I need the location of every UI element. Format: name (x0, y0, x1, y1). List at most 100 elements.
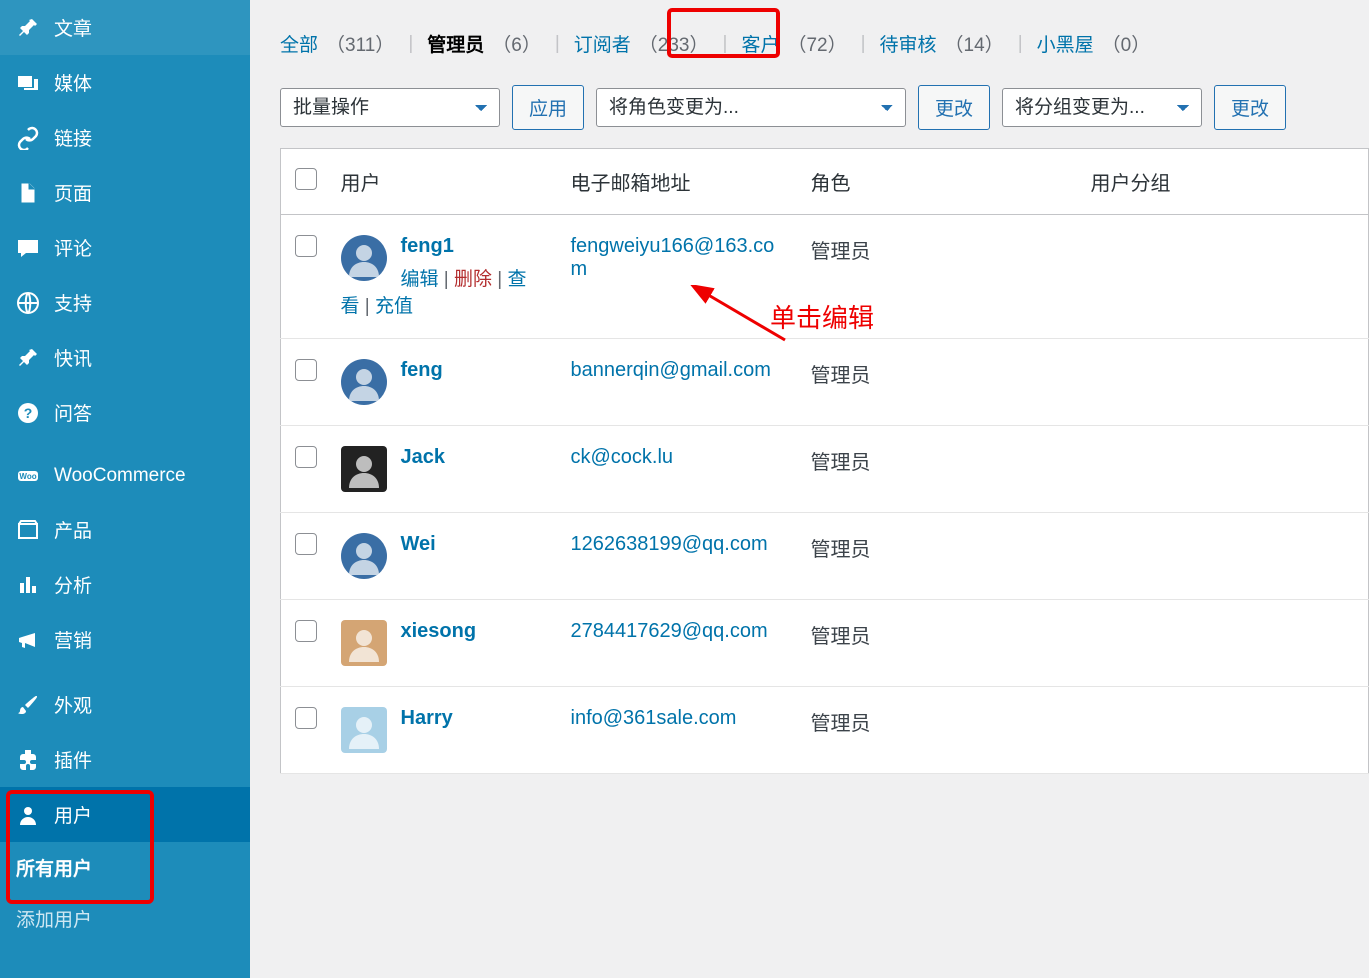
col-email[interactable]: 电子邮箱地址 (561, 149, 801, 215)
role-cell: 管理员 (801, 513, 1081, 600)
comment-icon (16, 236, 40, 260)
username-link[interactable]: Wei (401, 533, 436, 555)
email-link[interactable]: 2784417629@qq.com (571, 620, 768, 642)
menu-users[interactable]: 用户 (0, 787, 250, 842)
row-checkbox[interactable] (295, 235, 317, 257)
product-icon (16, 518, 40, 542)
row-checkbox[interactable] (295, 533, 317, 555)
menu-label: 链接 (54, 124, 92, 151)
megaphone-icon (16, 628, 40, 652)
action-edit[interactable]: 编辑 (401, 269, 439, 290)
select-all-checkbox[interactable] (295, 168, 317, 190)
menu-label: 营销 (54, 626, 92, 653)
username-link[interactable]: feng (401, 359, 443, 381)
action-view[interactable]: 看 (341, 296, 360, 317)
menu-qa[interactable]: ?问答 (0, 385, 250, 440)
menu-appearance[interactable]: 外观 (0, 677, 250, 732)
tab-customer[interactable]: 客户 (741, 30, 779, 57)
tab-blacklist[interactable]: 小黑屋 (1037, 30, 1094, 57)
col-group[interactable]: 用户分组 (1081, 149, 1369, 215)
group-cell (1081, 339, 1369, 426)
group-cell (1081, 600, 1369, 687)
globe-icon (16, 291, 40, 315)
row-checkbox[interactable] (295, 359, 317, 381)
email-link[interactable]: bannerqin@gmail.com (571, 359, 771, 381)
action-view[interactable]: 查 (508, 269, 527, 290)
role-cell: 管理员 (801, 339, 1081, 426)
change-group-button[interactable]: 更改 (1214, 85, 1286, 130)
menu-links[interactable]: 链接 (0, 110, 250, 165)
menu-woocommerce[interactable]: Woo WooCommerce (0, 450, 250, 502)
tab-count: （233） (639, 30, 709, 57)
users-submenu: 所有用户 添加用户 (0, 842, 250, 944)
plugin-icon (16, 748, 40, 772)
menu-pages[interactable]: 页面 (0, 165, 250, 220)
menu-media[interactable]: 媒体 (0, 55, 250, 110)
menu-posts[interactable]: 文章 (0, 0, 250, 55)
menu-label: WooCommerce (54, 465, 186, 487)
table-row: feng bannerqin@gmail.com 管理员 (281, 339, 1369, 426)
submenu-all-users[interactable]: 所有用户 (0, 842, 250, 893)
svg-text:?: ? (24, 405, 33, 421)
menu-news[interactable]: 快讯 (0, 330, 250, 385)
row-checkbox[interactable] (295, 707, 317, 729)
table-row: Jack ck@cock.lu 管理员 (281, 426, 1369, 513)
admin-sidebar: 文章 媒体 链接 页面 评论 支持 快讯 ?问答 WooWooCommerce … (0, 0, 250, 978)
analytics-icon (16, 573, 40, 597)
menu-support[interactable]: 支持 (0, 275, 250, 330)
media-icon (16, 71, 40, 95)
apply-button[interactable]: 应用 (512, 85, 584, 130)
action-delete[interactable]: 删除 (454, 269, 492, 290)
table-row: Harry info@361sale.com 管理员 (281, 687, 1369, 774)
menu-marketing[interactable]: 营销 (0, 612, 250, 667)
bulk-action-select[interactable]: 批量操作 (280, 88, 500, 127)
tab-all[interactable]: 全部 (280, 30, 318, 57)
table-row: feng1编辑 | 删除 | 查看 | 充值fengweiyu166@163.c… (281, 215, 1369, 339)
group-cell (1081, 215, 1369, 339)
role-cell: 管理员 (801, 600, 1081, 687)
email-link[interactable]: info@361sale.com (571, 707, 737, 729)
submenu-add-user[interactable]: 添加用户 (0, 893, 250, 944)
change-role-select[interactable]: 将角色变更为... (596, 88, 906, 127)
help-icon: ? (16, 401, 40, 425)
brush-icon (16, 693, 40, 717)
menu-comments[interactable]: 评论 (0, 220, 250, 275)
tab-count: （311） (326, 30, 394, 57)
col-role[interactable]: 角色 (801, 149, 1081, 215)
tab-count: （6） (492, 30, 541, 57)
row-checkbox[interactable] (295, 446, 317, 468)
menu-analytics[interactable]: 分析 (0, 557, 250, 612)
change-role-button[interactable]: 更改 (918, 85, 990, 130)
woo-icon: Woo (16, 464, 40, 488)
tab-pending[interactable]: 待审核 (880, 30, 937, 57)
link-icon (16, 126, 40, 150)
role-cell: 管理员 (801, 687, 1081, 774)
username-link[interactable]: feng1 (401, 235, 454, 257)
menu-label: 分析 (54, 571, 92, 598)
menu-label: 用户 (54, 801, 92, 828)
tab-subscriber[interactable]: 订阅者 (574, 30, 631, 57)
menu-label: 评论 (54, 234, 92, 261)
menu-label: 插件 (54, 746, 92, 773)
menu-label: 产品 (54, 516, 92, 543)
toolbar: 批量操作 应用 将角色变更为... 更改 将分组变更为... 更改 (280, 85, 1369, 130)
email-link[interactable]: fengweiyu166@163.com (571, 235, 775, 280)
email-link[interactable]: ck@cock.lu (571, 446, 674, 468)
username-link[interactable]: Harry (401, 707, 453, 729)
username-link[interactable]: xiesong (401, 620, 477, 642)
tab-admin[interactable]: 管理员 (427, 30, 484, 57)
col-user[interactable]: 用户 (331, 149, 561, 215)
page-icon (16, 181, 40, 205)
username-link[interactable]: Jack (401, 446, 446, 468)
menu-products[interactable]: 产品 (0, 502, 250, 557)
action-recharge[interactable]: 充值 (375, 296, 413, 317)
menu-label: 页面 (54, 179, 92, 206)
email-link[interactable]: 1262638199@qq.com (571, 533, 768, 555)
menu-plugins[interactable]: 插件 (0, 732, 250, 787)
role-cell: 管理员 (801, 426, 1081, 513)
pin-icon (16, 346, 40, 370)
menu-label: 支持 (54, 289, 92, 316)
change-group-select[interactable]: 将分组变更为... (1002, 88, 1202, 127)
row-checkbox[interactable] (295, 620, 317, 642)
avatar (341, 533, 387, 579)
